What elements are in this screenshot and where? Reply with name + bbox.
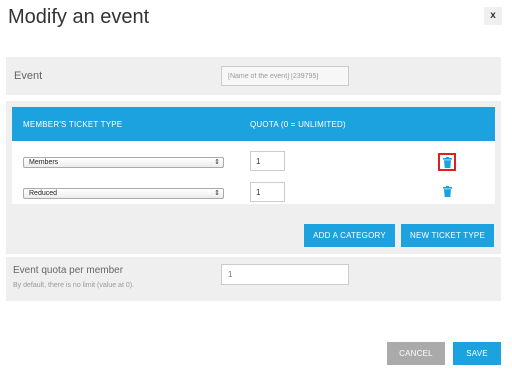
ticket-type-select[interactable]: Members ⇕ [23,157,224,168]
select-arrows-icon: ⇕ [214,159,220,166]
trash-icon [443,157,452,168]
ticket-table-header: MEMBER'S TICKET TYPE QUOTA (0 = UNLIMITE… [12,107,495,141]
event-quota-input[interactable] [221,264,349,285]
ticket-row: Reduced ⇕ [12,182,495,206]
trash-icon [443,186,452,197]
ticket-type-select-value: Reduced [29,190,58,197]
delete-ticket-button[interactable] [440,184,458,202]
event-section: Event [6,57,501,95]
ticket-types-table: MEMBER'S TICKET TYPE QUOTA (0 = UNLIMITE… [12,107,495,204]
ticket-types-section: MEMBER'S TICKET TYPE QUOTA (0 = UNLIMITE… [6,101,501,254]
add-category-button[interactable]: ADD A CATEGORY [304,224,395,247]
event-label: Event [14,70,43,82]
new-ticket-type-button[interactable]: NEW TICKET TYPE [401,224,494,247]
event-quota-section: Event quota per member By default, there… [6,257,501,301]
delete-ticket-button[interactable] [438,153,456,171]
column-header-ticket-type: MEMBER'S TICKET TYPE [23,120,123,129]
event-name-field[interactable] [221,66,349,86]
column-header-quota: QUOTA (0 = UNLIMITED) [250,120,346,129]
save-button[interactable]: SAVE [453,342,501,365]
ticket-quota-input[interactable] [250,182,285,202]
close-button[interactable]: x [484,7,502,25]
select-arrows-icon: ⇕ [214,190,220,197]
modal-title: Modify an event [8,6,150,28]
ticket-quota-input[interactable] [250,151,285,171]
event-quota-help-text: By default, there is no limit (value at … [13,282,134,289]
ticket-row: Members ⇕ [12,151,495,175]
event-quota-label: Event quota per member [13,265,124,276]
ticket-type-select[interactable]: Reduced ⇕ [23,188,224,199]
cancel-button[interactable]: CANCEL [387,342,445,365]
ticket-type-select-value: Members [29,159,59,166]
